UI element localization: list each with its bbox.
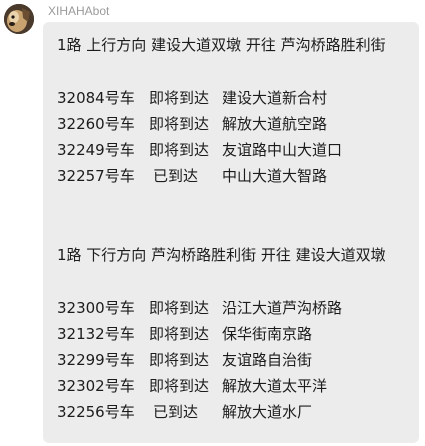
bus-location: 友谊路中山大道口 <box>222 141 343 159</box>
bus-location: 保华街南京路 <box>222 325 313 343</box>
bus-number: 32300号车 <box>57 299 135 317</box>
bus-number: 32132号车 <box>57 325 135 343</box>
bus-row: 32300号车 即将到达 沿江大道芦沟桥路 <box>57 295 419 321</box>
bus-row: 32260号车 即将到达 解放大道航空路 <box>57 111 419 137</box>
bus-number: 32257号车 <box>57 167 135 185</box>
bus-status: 即将到达 <box>149 325 210 343</box>
bus-status: 即将到达 <box>149 115 210 133</box>
bus-number: 32084号车 <box>57 89 135 107</box>
avatar[interactable] <box>4 4 34 34</box>
bus-number: 32249号车 <box>57 141 135 159</box>
bus-number: 32299号车 <box>57 351 135 369</box>
bus-location: 解放大道航空路 <box>222 115 328 133</box>
dog-avatar-icon <box>4 4 34 34</box>
bus-number: 32302号车 <box>57 377 135 395</box>
bus-location: 建设大道新合村 <box>222 89 328 107</box>
bus-status: 即将到达 <box>149 89 210 107</box>
bus-status: 已到达 <box>153 403 199 421</box>
bus-location: 友谊路自治街 <box>222 351 313 369</box>
route-header-up: 1路 上行方向 建设大道双墩 开往 芦沟桥路胜利街 <box>57 36 386 54</box>
bus-status: 即将到达 <box>149 377 210 395</box>
bus-status: 即将到达 <box>149 351 210 369</box>
route-header-down: 1路 下行方向 芦沟桥路胜利街 开往 建设大道双墩 <box>57 246 386 264</box>
bus-row: 32256号车 已到达 解放大道水厂 <box>57 399 419 425</box>
bus-row: 32299号车 即将到达 友谊路自治街 <box>57 347 419 373</box>
message-bubble[interactable]: 1路 上行方向 建设大道双墩 开往 芦沟桥路胜利街 32084号车 即将到达 建… <box>43 22 419 443</box>
bus-status: 即将到达 <box>149 299 210 317</box>
bus-location: 沿江大道芦沟桥路 <box>222 299 343 317</box>
bus-row: 32132号车 即将到达 保华街南京路 <box>57 321 419 347</box>
bus-number: 32260号车 <box>57 115 135 133</box>
bus-status: 已到达 <box>153 167 199 185</box>
bus-location: 解放大道水厂 <box>222 403 313 421</box>
bus-status: 即将到达 <box>149 141 210 159</box>
bus-location: 中山大道大智路 <box>222 167 328 185</box>
bus-row: 32249号车 即将到达 友谊路中山大道口 <box>57 137 419 163</box>
bus-row: 32302号车 即将到达 解放大道太平洋 <box>57 373 419 399</box>
bus-row: 32257号车 已到达 中山大道大智路 <box>57 163 419 189</box>
bus-location: 解放大道太平洋 <box>222 377 328 395</box>
bus-number: 32256号车 <box>57 403 135 421</box>
bus-row: 32084号车 即将到达 建设大道新合村 <box>57 85 419 111</box>
sender-name: XIHAHAbot <box>48 4 110 18</box>
